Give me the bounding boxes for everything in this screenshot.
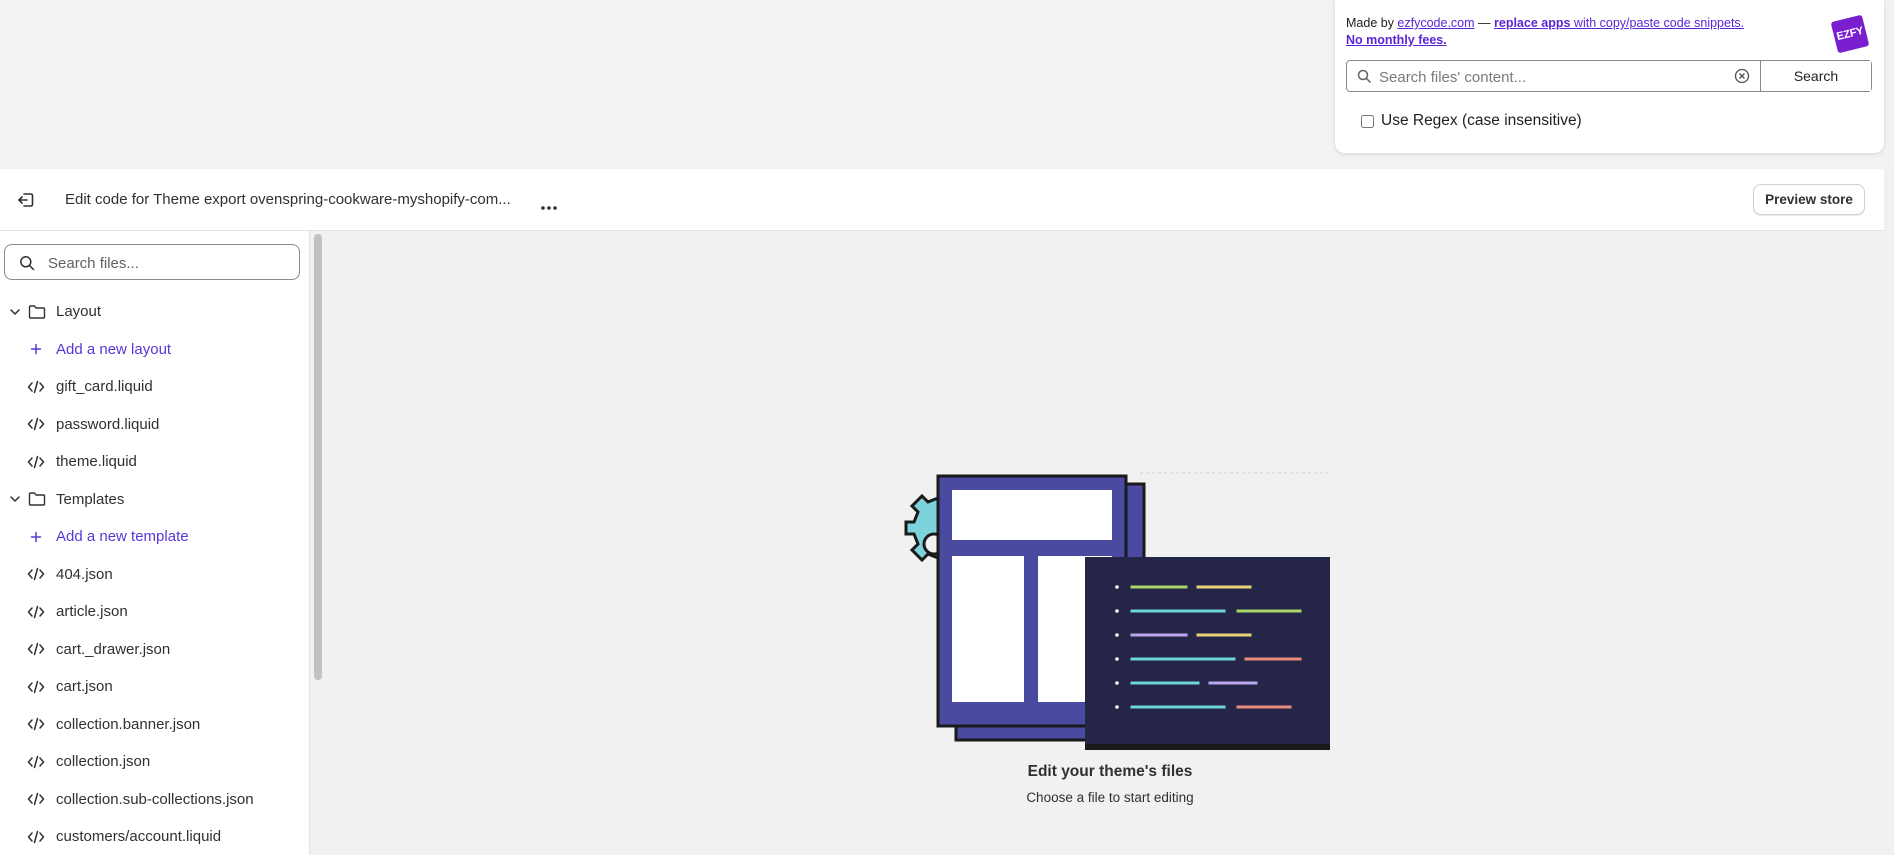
content-search-button[interactable]: Search	[1760, 61, 1871, 91]
folder-icon	[28, 304, 46, 320]
content-search-field	[1347, 61, 1760, 91]
add-label: Add a new template	[56, 528, 189, 546]
add-label: Add a new layout	[56, 340, 172, 358]
file-item[interactable]: collection.json	[0, 743, 309, 781]
file-label: password.liquid	[56, 415, 160, 433]
file-item[interactable]: 404.json	[0, 556, 309, 594]
credit-prefix: Made by	[1346, 16, 1398, 30]
file-label: theme.liquid	[56, 453, 137, 471]
exit-icon[interactable]	[16, 190, 36, 215]
file-tree: Layout Add a new layout gift_card.liquid…	[0, 293, 309, 855]
file-item[interactable]: gift_card.liquid	[0, 368, 309, 406]
clear-circle-icon[interactable]	[1734, 68, 1750, 89]
code-icon	[27, 830, 45, 844]
file-sidebar: Layout Add a new layout gift_card.liquid…	[0, 231, 310, 855]
code-icon	[27, 717, 45, 731]
no-fees-link[interactable]: No monthly fees.	[1346, 33, 1447, 47]
file-search-box	[4, 244, 300, 280]
credit-dash: —	[1474, 16, 1494, 30]
file-label: gift_card.liquid	[56, 378, 153, 396]
file-item[interactable]: password.liquid	[0, 406, 309, 444]
folder-label: Layout	[56, 303, 102, 321]
folder-layout[interactable]: Layout	[0, 293, 309, 331]
file-item[interactable]: collection.sub-collections.json	[0, 781, 309, 819]
file-label: collection.banner.json	[56, 715, 201, 733]
file-item[interactable]: theme.liquid	[0, 443, 309, 481]
file-item[interactable]: customers/account.liquid	[0, 818, 309, 855]
folder-label: Templates	[56, 490, 125, 508]
chevron-down-icon	[9, 306, 21, 318]
code-icon	[27, 417, 45, 431]
search-icon	[19, 255, 35, 276]
replace-apps-rest: with copy/paste code snippets.	[1570, 16, 1745, 30]
file-label: cart.json	[56, 678, 113, 696]
folder-icon	[28, 491, 46, 507]
file-label: cart._drawer.json	[56, 640, 171, 658]
preview-store-button[interactable]: Preview store	[1753, 184, 1865, 215]
page-title: Edit code for Theme export ovenspring-co…	[65, 191, 511, 208]
code-icon	[27, 680, 45, 694]
code-icon	[27, 605, 45, 619]
regex-label: Use Regex (case insensitive)	[1381, 112, 1582, 129]
chevron-down-icon	[9, 493, 21, 505]
folder-templates[interactable]: Templates	[0, 481, 309, 519]
sidebar-scrollbar-thumb[interactable]	[314, 234, 322, 680]
add-template-link[interactable]: Add a new template	[0, 518, 309, 556]
content-search-input[interactable]	[1377, 65, 1741, 89]
file-label: collection.sub-collections.json	[56, 790, 254, 808]
file-label: collection.json	[56, 753, 151, 771]
regex-checkbox[interactable]	[1361, 114, 1374, 128]
ezfy-logo[interactable]: EZFY	[1830, 14, 1870, 54]
search-icon	[1357, 69, 1371, 88]
more-horizontal-icon[interactable]	[540, 198, 558, 216]
empty-state-title: Edit your theme's files	[1027, 763, 1193, 780]
code-icon	[27, 792, 45, 806]
theme-files-illustration	[904, 472, 1330, 750]
ezfy-credit: Made by ezfycode.com — replace apps with…	[1346, 15, 1816, 49]
ezfy-link[interactable]: ezfycode.com	[1397, 16, 1474, 30]
file-search-input[interactable]	[46, 252, 290, 274]
plus-icon	[30, 531, 42, 543]
content-search-bar: Search	[1346, 60, 1872, 92]
plus-icon	[30, 343, 42, 355]
code-icon	[27, 642, 45, 656]
code-icon	[27, 755, 45, 769]
replace-apps-link[interactable]: replace apps with copy/paste code snippe…	[1494, 16, 1744, 30]
code-icon	[27, 455, 45, 469]
file-label: 404.json	[56, 565, 113, 583]
add-layout-link[interactable]: Add a new layout	[0, 331, 309, 369]
file-item[interactable]: article.json	[0, 593, 309, 631]
code-icon	[27, 380, 45, 394]
regex-option[interactable]: Use Regex (case insensitive)	[1361, 112, 1582, 130]
editor-header: Edit code for Theme export ovenspring-co…	[0, 169, 1884, 231]
replace-apps-text: replace apps	[1494, 16, 1571, 30]
empty-state-subtitle: Choose a file to start editing	[1026, 790, 1194, 805]
file-item[interactable]: collection.banner.json	[0, 706, 309, 744]
file-label: article.json	[56, 603, 128, 621]
file-item[interactable]: cart._drawer.json	[0, 631, 309, 669]
file-label: customers/account.liquid	[56, 828, 222, 846]
file-item[interactable]: cart.json	[0, 668, 309, 706]
code-icon	[27, 567, 45, 581]
ezfy-search-widget: Made by ezfycode.com — replace apps with…	[1335, 0, 1884, 153]
